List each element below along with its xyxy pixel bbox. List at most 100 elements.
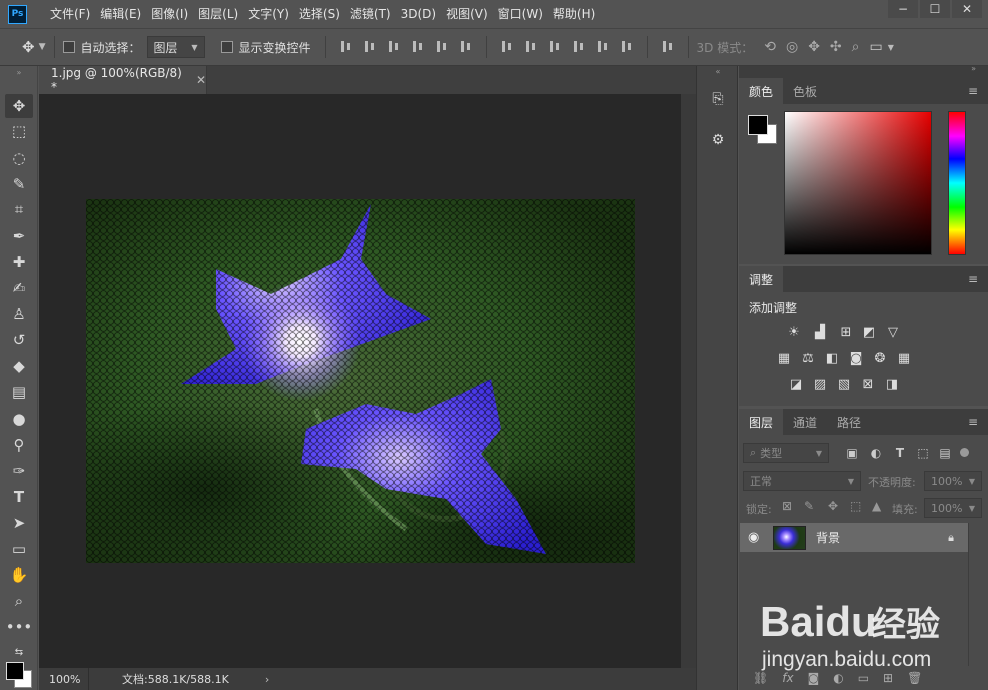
new-group-icon[interactable]: ▭	[858, 671, 869, 685]
filter-adjustment-icon[interactable]: ◐	[865, 444, 887, 462]
menu-file[interactable]: 文件(F)	[45, 0, 95, 28]
zoom-level[interactable]: 100%	[39, 668, 89, 690]
auto-select-checkbox[interactable]	[62, 41, 75, 53]
menu-filter[interactable]: 滤镜(T)	[345, 0, 396, 28]
hue-slider[interactable]	[948, 111, 966, 255]
panel-menu-icon[interactable]: ≡	[968, 272, 978, 286]
distribute-left-icon[interactable]	[572, 40, 586, 54]
foreground-color-swatch[interactable]	[6, 662, 24, 680]
workspace-icon[interactable]: ▭	[870, 39, 883, 55]
document-image[interactable]	[86, 199, 635, 563]
add-mask-icon[interactable]: ◙	[808, 671, 820, 685]
close-window-button[interactable]: ✕	[952, 0, 982, 18]
panel-menu-icon[interactable]: ≡	[968, 84, 978, 98]
gradient-tool-icon[interactable]: ▤	[5, 380, 33, 404]
blur-tool-icon[interactable]: ●	[5, 407, 33, 431]
link-layers-icon[interactable]: ⛓	[753, 671, 768, 685]
layer-name[interactable]: 背景	[816, 529, 840, 546]
distribute-vertical-center-icon[interactable]	[524, 40, 538, 54]
properties-panel-icon[interactable]: ⚙	[707, 129, 729, 151]
3d-roll-icon[interactable]: ◎	[786, 39, 798, 55]
align-right-icon[interactable]	[459, 40, 473, 54]
layer-style-icon[interactable]: fx	[782, 671, 793, 685]
marquee-tool-icon[interactable]: ⬚	[5, 119, 33, 143]
lasso-tool-icon[interactable]: ◌	[5, 146, 33, 170]
filter-type-icon[interactable]: T	[889, 444, 911, 462]
search-icon[interactable]: ⌕	[852, 39, 860, 55]
align-vertical-center-icon[interactable]	[363, 40, 377, 54]
clone-stamp-tool-icon[interactable]: ♙	[5, 302, 33, 326]
exposure-icon[interactable]: ◩	[861, 324, 877, 340]
filter-shape-icon[interactable]: ⬚	[912, 444, 934, 462]
distribute-horizontal-center-icon[interactable]	[596, 40, 610, 54]
eyedropper-tool-icon[interactable]: ✒	[5, 224, 33, 248]
vibrance-icon[interactable]: ▽	[885, 324, 901, 340]
vertical-scrollbar[interactable]	[681, 94, 696, 668]
3d-pan-icon[interactable]: ✥	[808, 39, 820, 55]
move-tool-icon[interactable]: ✥	[5, 94, 33, 118]
menu-view[interactable]: 视图(V)	[441, 0, 493, 28]
minimize-button[interactable]: −	[888, 0, 918, 18]
collapse-arrows-icon[interactable]: »	[5, 68, 33, 77]
filter-pixel-icon[interactable]: ▣	[841, 444, 863, 462]
menu-layer[interactable]: 图层(L)	[193, 0, 243, 28]
3d-slide-icon[interactable]: ✣	[830, 39, 842, 55]
tab-paths[interactable]: 路径	[827, 409, 871, 435]
photo-filter-icon[interactable]: ◙	[848, 350, 864, 366]
blend-mode-dropdown[interactable]: 正常 ▼	[743, 471, 861, 491]
chevron-down-icon[interactable]: ▼	[39, 42, 46, 52]
gradient-map-icon[interactable]: ◨	[884, 376, 900, 392]
quick-selection-tool-icon[interactable]: ✎	[5, 172, 33, 196]
filter-toggle-icon[interactable]	[960, 448, 969, 457]
color-balance-icon[interactable]: ⚖	[800, 350, 816, 366]
menu-select[interactable]: 选择(S)	[294, 0, 345, 28]
hue-saturation-icon[interactable]: ▦	[776, 350, 792, 366]
hand-tool-icon[interactable]: ✋	[5, 563, 33, 587]
menu-3d[interactable]: 3D(D)	[396, 0, 441, 28]
3d-orbit-icon[interactable]: ⟲	[764, 39, 776, 55]
move-tool-preset-icon[interactable]: ✥	[22, 38, 35, 56]
history-panel-icon[interactable]: ⎘	[707, 88, 729, 110]
delete-layer-icon[interactable]: 🗑︎	[907, 671, 922, 685]
lock-artboard-icon[interactable]: ⬚	[850, 499, 861, 513]
crop-tool-icon[interactable]: ⌗	[5, 197, 33, 221]
menu-edit[interactable]: 编辑(E)	[95, 0, 146, 28]
history-brush-tool-icon[interactable]: ↺	[5, 328, 33, 352]
fill-field[interactable]: 100% ▼	[924, 498, 982, 518]
posterize-icon[interactable]: ▨	[812, 376, 828, 392]
menu-image[interactable]: 图像(I)	[146, 0, 193, 28]
chevron-down-icon[interactable]: ▼	[888, 43, 894, 52]
layer-row[interactable]: ◉ 背景 🔒︎	[740, 523, 968, 552]
distribute-bottom-icon[interactable]	[548, 40, 562, 54]
document-tab[interactable]: 1.jpg @ 100%(RGB/8) * ✕	[39, 66, 207, 94]
layer-filter-dropdown[interactable]: ⌕ 类型 ▼	[743, 443, 829, 463]
lock-position-icon[interactable]: ✥	[828, 499, 838, 513]
lock-pixels-icon[interactable]: ✎	[804, 499, 814, 513]
new-layer-icon[interactable]: ⊞	[883, 671, 893, 685]
auto-align-icon[interactable]	[661, 40, 675, 54]
distribute-right-icon[interactable]	[620, 40, 634, 54]
healing-brush-tool-icon[interactable]: ✚	[5, 250, 33, 274]
align-horizontal-center-icon[interactable]	[435, 40, 449, 54]
layers-scrollbar[interactable]	[968, 523, 988, 666]
dodge-tool-icon[interactable]: ⚲	[5, 433, 33, 457]
edit-toolbar-icon[interactable]: •••	[5, 615, 33, 639]
maximize-button[interactable]: ☐	[920, 0, 950, 18]
align-bottom-icon[interactable]	[387, 40, 401, 54]
tab-swatches[interactable]: 色板	[783, 78, 827, 104]
collapse-arrows-icon[interactable]: »	[971, 64, 976, 73]
auto-select-dropdown[interactable]: 图层 ▼	[146, 36, 205, 58]
new-adjustment-layer-icon[interactable]: ◐	[833, 671, 843, 685]
lock-transparent-icon[interactable]: ⊠	[782, 499, 792, 513]
show-transform-checkbox[interactable]	[220, 41, 233, 53]
black-white-icon[interactable]: ◧	[824, 350, 840, 366]
status-menu-arrow-icon[interactable]: ›	[265, 673, 269, 686]
tab-adjustments[interactable]: 调整	[739, 266, 784, 292]
curves-icon[interactable]: ⊞	[838, 324, 854, 340]
type-tool-icon[interactable]: T	[5, 485, 33, 509]
panel-menu-icon[interactable]: ≡	[968, 415, 978, 429]
eye-icon[interactable]: ◉	[748, 530, 759, 545]
color-panel-foreground-swatch[interactable]	[748, 115, 768, 135]
tab-channels[interactable]: 通道	[783, 409, 827, 435]
align-left-icon[interactable]	[411, 40, 425, 54]
